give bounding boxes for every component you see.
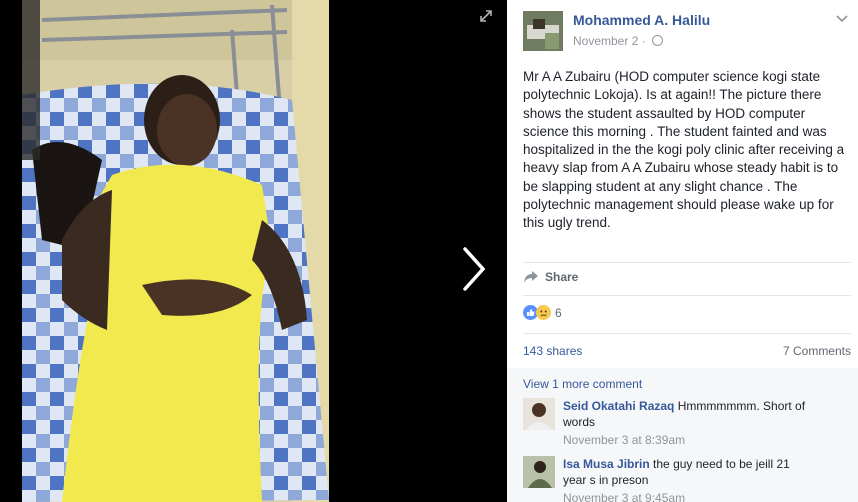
comments-panel: View 1 more comment Seid Okatahi Razaq H…	[507, 368, 858, 502]
commenter-avatar[interactable]	[523, 456, 555, 488]
shares-link[interactable]: 143 shares	[523, 344, 582, 358]
author-avatar[interactable]	[523, 11, 563, 51]
post-date: November 2 ·	[573, 34, 664, 48]
chevron-down-icon[interactable]	[835, 11, 849, 25]
post-photo	[22, 0, 329, 502]
reaction-count: 6	[555, 305, 562, 320]
author-name[interactable]: Mohammed A. Halilu	[573, 12, 710, 28]
view-more-comments-link[interactable]: View 1 more comment	[523, 377, 642, 391]
comment-body: Seid Okatahi Razaq Hmmmmmmm. Short of wo…	[563, 398, 813, 430]
comment-body: Isa Musa Jibrin the guy need to be jeill…	[563, 456, 813, 488]
share-label: Share	[545, 270, 579, 284]
share-arrow-icon	[524, 271, 538, 283]
commenter-name[interactable]: Isa Musa Jibrin	[563, 457, 650, 471]
comments-count-link[interactable]: 7 Comments	[783, 344, 851, 358]
meta-separator: ·	[641, 34, 646, 48]
divider	[523, 295, 851, 296]
photo-viewer	[0, 0, 507, 502]
expand-icon[interactable]	[478, 8, 494, 24]
commenter-name[interactable]: Seid Okatahi Razaq	[563, 399, 674, 413]
divider	[523, 262, 851, 263]
share-button[interactable]: Share	[523, 270, 578, 284]
post-sidebar: Mohammed A. Halilu November 2 · Mr A A Z…	[507, 0, 858, 502]
comment-timestamp[interactable]: November 3 at 8:39am	[563, 433, 685, 447]
comment-timestamp[interactable]: November 3 at 9:45am	[563, 491, 685, 502]
divider	[523, 333, 851, 334]
reactions-summary[interactable]: 6	[523, 305, 562, 320]
post-date-text[interactable]: November 2	[573, 34, 638, 48]
globe-icon	[652, 35, 664, 46]
commenter-avatar[interactable]	[523, 398, 555, 430]
chevron-right-icon[interactable]	[456, 245, 490, 293]
post-text: Mr A A Zubairu (HOD computer science kog…	[523, 69, 845, 231]
sad-reaction-icon	[536, 305, 551, 320]
